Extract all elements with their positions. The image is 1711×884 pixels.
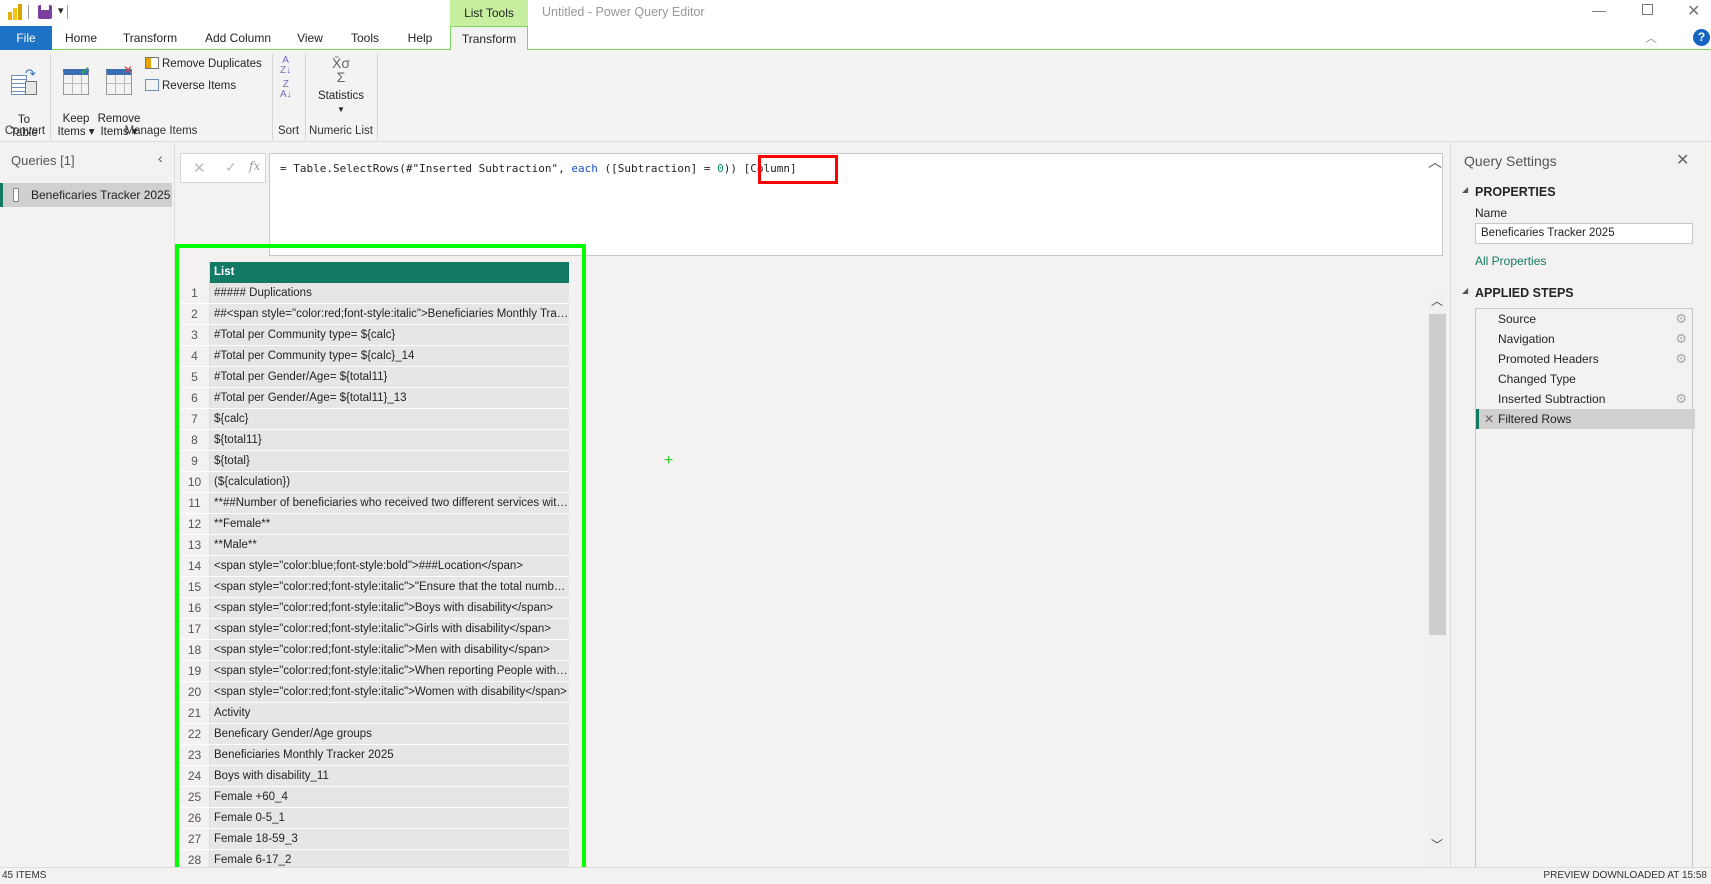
tab-view[interactable]: View <box>290 26 330 50</box>
tab-file[interactable]: File <box>0 26 52 50</box>
step-label: Changed Type <box>1498 372 1576 386</box>
gear-icon[interactable]: ⚙ <box>1675 349 1687 369</box>
to-table-icon: ↷ <box>11 67 37 97</box>
ribbon-tabs: File Home Transform Add Column View Tool… <box>0 26 1711 51</box>
title-bar: ▾ List Tools Untitled - Power Query Edit… <box>0 0 1711 26</box>
vertical-scrollbar[interactable]: ︿ ﹀ <box>1429 290 1446 866</box>
all-properties-link[interactable]: All Properties <box>1475 254 1546 268</box>
save-icon[interactable] <box>38 5 52 19</box>
reverse-items-button[interactable]: Reverse Items <box>145 79 236 93</box>
collapse-steps-icon[interactable]: ◢ <box>1462 286 1468 295</box>
green-annotation-box <box>175 244 586 873</box>
applied-step[interactable]: Promoted Headers ⚙ <box>1476 349 1695 369</box>
applied-steps-list: Source ⚙ Navigation ⚙ Promoted Headers ⚙ Chang… <box>1475 308 1695 868</box>
statistics-icon: X̄σ Σ <box>332 55 350 85</box>
gear-icon[interactable]: ⚙ <box>1675 389 1687 409</box>
power-bi-logo-icon <box>8 4 22 20</box>
step-label: Filtered Rows <box>1498 412 1572 426</box>
queries-header: Queries [1] <box>11 153 75 168</box>
query-name-input[interactable]: Beneficaries Tracker 2025 <box>1475 223 1693 244</box>
formula-text: = Table.SelectRows(#"Inserted Subtractio… <box>280 162 797 175</box>
customize-quick-access-icon[interactable]: ▾ <box>58 4 64 17</box>
red-annotation-box <box>758 155 838 184</box>
query-item[interactable]: Beneficaries Tracker 2025 <box>0 183 172 207</box>
window-title: Untitled - Power Query Editor <box>542 5 705 19</box>
sort-ascending-button[interactable]: A Z↓ <box>280 56 291 76</box>
fx-icon[interactable]: fx <box>249 159 260 173</box>
formula-controls: ✕ ✓ fx <box>180 153 266 183</box>
remove-duplicates-button[interactable]: Remove Duplicates <box>145 57 262 71</box>
tab-home[interactable]: Home <box>58 26 104 50</box>
list-tools-context-label: List Tools <box>450 0 528 26</box>
help-icon[interactable]: ? <box>1693 29 1710 46</box>
applied-step[interactable]: Changed Type <box>1476 369 1695 389</box>
step-label: Source <box>1498 312 1537 326</box>
group-sort: Sort <box>277 125 300 137</box>
applied-step[interactable]: ✕ Filtered Rows <box>1476 409 1695 429</box>
query-settings-title: Query Settings <box>1464 153 1557 169</box>
group-manage-items: Manage Items <box>124 125 198 137</box>
applied-step[interactable]: Inserted Subtraction ⚙ <box>1476 389 1695 409</box>
group-numeric-list: Numeric List <box>309 125 373 137</box>
group-convert: Convert <box>4 125 46 137</box>
scroll-up-icon[interactable]: ︿ <box>1431 292 1443 309</box>
scroll-down-icon[interactable]: ﹀ <box>1431 836 1443 853</box>
tab-help[interactable]: Help <box>400 26 440 50</box>
table-icon <box>13 188 19 202</box>
sort-descending-button[interactable]: Z A↓ <box>280 80 292 100</box>
ribbon: ↷ To Table Convert ✔ Keep Items ▾ ✕ Remo… <box>0 50 1711 142</box>
tab-tools[interactable]: Tools <box>342 26 388 50</box>
applied-steps-header: APPLIED STEPS <box>1475 286 1574 300</box>
tab-add-column[interactable]: Add Column <box>198 26 278 50</box>
keep-items-icon: ✔ <box>63 65 90 95</box>
collapse-formula-icon[interactable]: ︿ <box>1428 152 1442 172</box>
remove-items-icon: ✕ <box>106 64 133 95</box>
step-label: Navigation <box>1498 332 1555 346</box>
applied-step[interactable]: Navigation ⚙ <box>1476 329 1695 349</box>
formula-bar[interactable]: = Table.SelectRows(#"Inserted Subtractio… <box>269 153 1443 256</box>
queries-pane: Queries [1] ‹ Beneficaries Tracker 2025 <box>0 143 175 867</box>
name-label: Name <box>1475 206 1508 220</box>
step-label: Promoted Headers <box>1498 352 1599 366</box>
minimize-button[interactable]: — <box>1592 2 1606 18</box>
maximize-button[interactable] <box>1642 4 1653 15</box>
cursor-crosshair-icon: + <box>664 452 674 469</box>
gear-icon[interactable]: ⚙ <box>1675 309 1687 329</box>
tab-transform[interactable]: Transform <box>116 26 184 50</box>
close-settings-icon[interactable]: ✕ <box>1676 150 1689 170</box>
properties-header: PROPERTIES <box>1475 185 1556 199</box>
remove-duplicates-icon <box>145 57 159 69</box>
close-button[interactable]: ✕ <box>1687 1 1700 21</box>
query-settings-pane: Query Settings ✕ ◢ PROPERTIES Name Benef… <box>1450 143 1711 868</box>
applied-step[interactable]: Source ⚙ <box>1476 309 1695 329</box>
scrollbar-thumb[interactable] <box>1429 314 1446 635</box>
statistics-button[interactable]: X̄σ Σ Statistics ▼ <box>310 56 372 116</box>
cancel-icon[interactable]: ✕ <box>193 159 206 177</box>
tab-list-transform[interactable]: Transform <box>450 26 528 51</box>
commit-icon[interactable]: ✓ <box>225 159 237 176</box>
collapse-queries-icon[interactable]: ‹ <box>158 150 163 166</box>
delete-step-icon[interactable]: ✕ <box>1484 409 1494 429</box>
status-bar: 45 ITEMS PREVIEW DOWNLOADED AT 15:58 <box>0 867 1711 884</box>
collapse-properties-icon[interactable]: ◢ <box>1462 185 1468 194</box>
reverse-items-icon <box>145 79 159 91</box>
collapse-ribbon-icon[interactable]: ︿ <box>1645 29 1657 46</box>
preview-status: PREVIEW DOWNLOADED AT 15:58 <box>1543 870 1707 881</box>
item-count: 45 ITEMS <box>2 870 47 881</box>
gear-icon[interactable]: ⚙ <box>1675 329 1687 349</box>
step-label: Inserted Subtraction <box>1498 392 1606 406</box>
